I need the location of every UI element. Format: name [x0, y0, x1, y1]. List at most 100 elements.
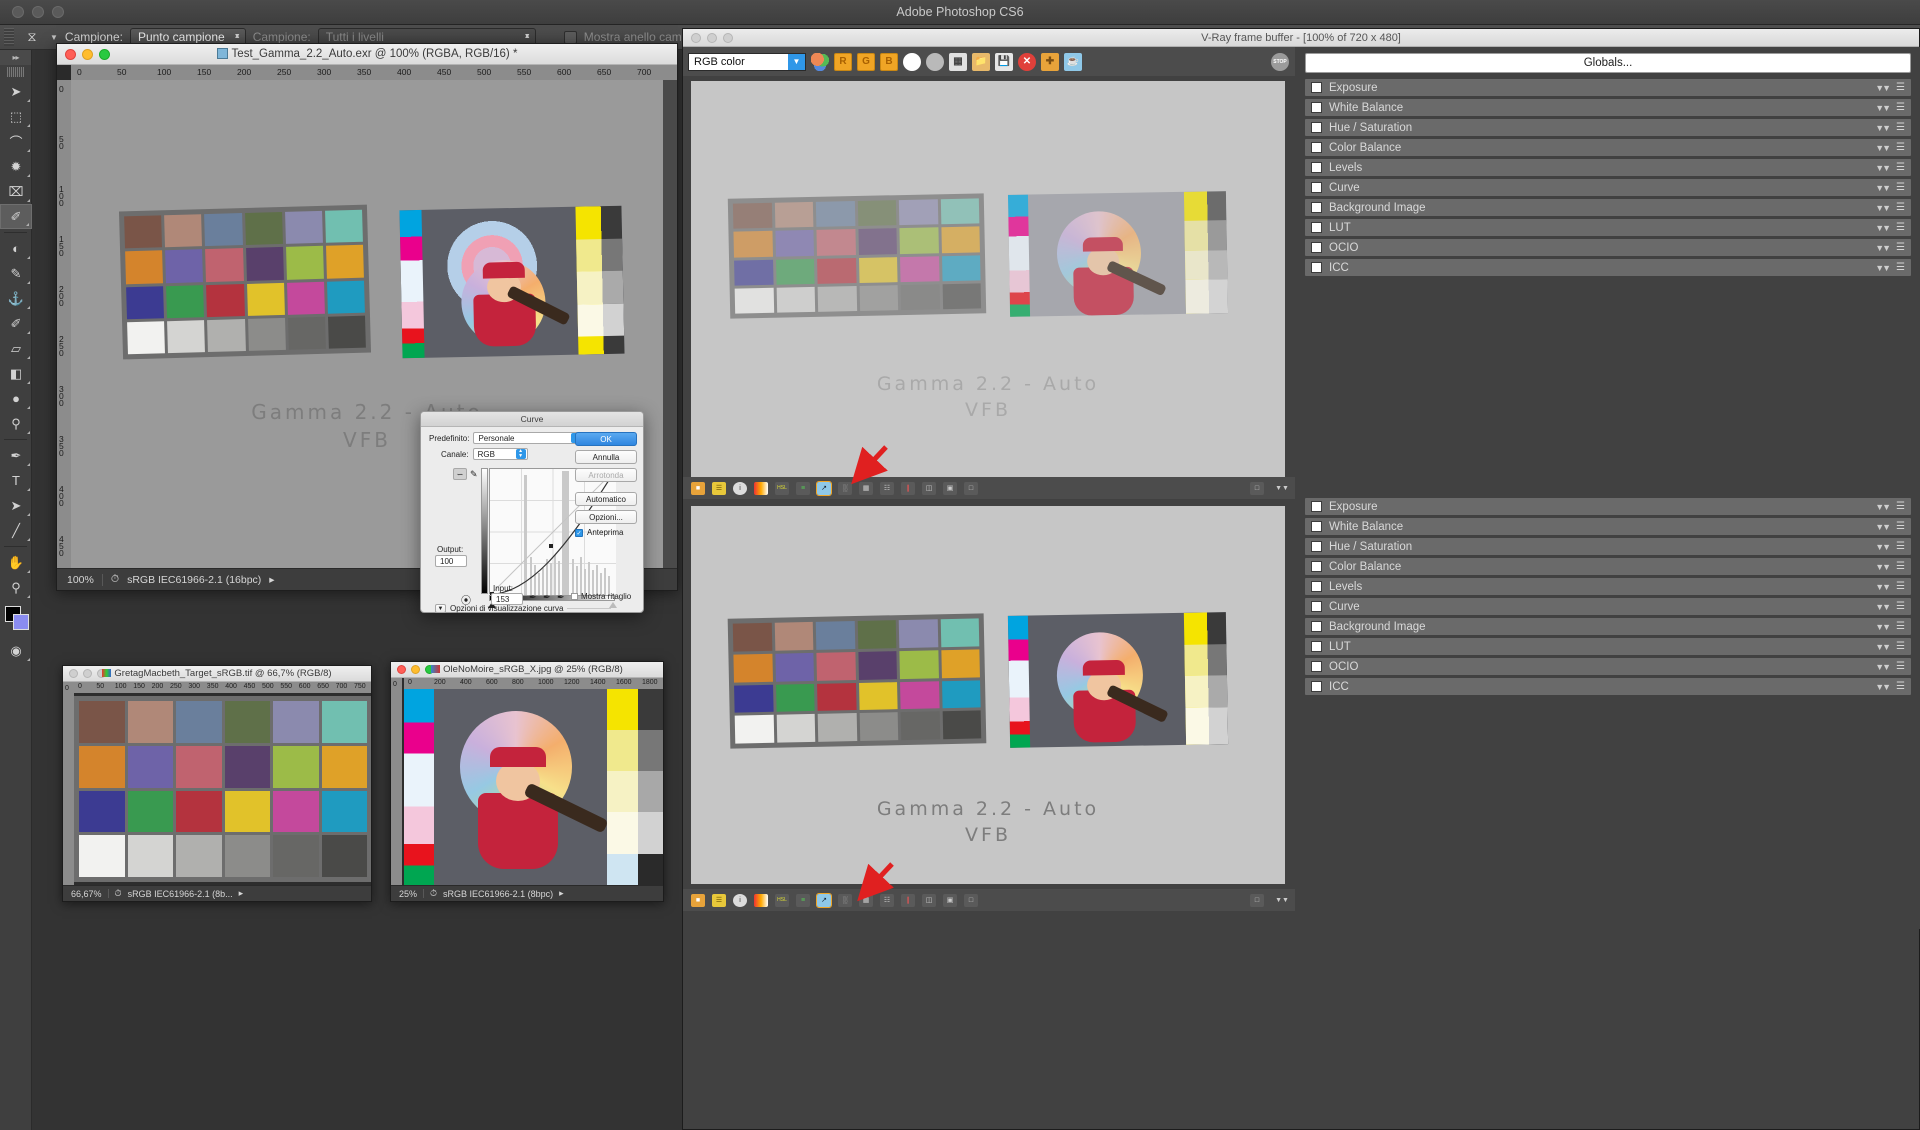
toolbox-collapse-button[interactable]: ▸▸: [0, 50, 31, 65]
effect-enable-checkbox[interactable]: [1311, 541, 1322, 552]
blue-channel-icon[interactable]: B: [880, 52, 898, 71]
hamburger-menu-icon[interactable]: ☰: [1896, 641, 1905, 652]
chevron-down-icon[interactable]: ▼: [788, 53, 805, 70]
effect-enable-checkbox[interactable]: [1311, 202, 1322, 213]
effect-enable-checkbox[interactable]: [1311, 641, 1322, 652]
effect-row[interactable]: Exposure ▼▼ ☰: [1305, 498, 1911, 515]
path-selection-tool[interactable]: ➤: [0, 493, 32, 518]
curve-display-options-toggle[interactable]: ▼: [435, 604, 446, 613]
lasso-tool[interactable]: ⌒: [0, 129, 32, 154]
stop-render-icon[interactable]: ✕: [1018, 52, 1036, 71]
stop-icon[interactable]: STOP: [1271, 52, 1289, 71]
curve-icon[interactable]: ↗: [816, 892, 832, 908]
region-icon[interactable]: □: [964, 893, 978, 907]
gray-point-eyedropper-icon[interactable]: ✒: [543, 592, 551, 603]
info-icon[interactable]: i: [733, 481, 747, 495]
globals-button[interactable]: Globals...: [1305, 53, 1911, 73]
chevron-double-down-icon[interactable]: ▼▼: [1875, 502, 1891, 512]
white-point-eyedropper-icon[interactable]: ✒: [557, 592, 565, 603]
effect-enable-checkbox[interactable]: [1311, 122, 1322, 133]
effect-row[interactable]: Curve ▼▼ ☰: [1305, 179, 1911, 196]
preset-select[interactable]: Personale ▲▼: [473, 432, 584, 444]
effect-row[interactable]: Background Image ▼▼ ☰: [1305, 199, 1911, 216]
hamburger-menu-icon[interactable]: ☰: [1896, 681, 1905, 692]
black-point-eyedropper-icon[interactable]: ✒: [529, 592, 537, 603]
histogram-icon[interactable]: ░: [838, 893, 852, 907]
chevron-double-down-icon[interactable]: ▼▼: [1875, 602, 1891, 612]
curves-dialog-titlebar[interactable]: Curve: [421, 412, 643, 427]
save-image-icon[interactable]: 💾: [995, 52, 1013, 71]
hsl-icon[interactable]: HSL: [775, 481, 789, 495]
effect-enable-checkbox[interactable]: [1311, 142, 1322, 153]
hamburger-menu-icon[interactable]: ☰: [1896, 581, 1905, 592]
effect-row[interactable]: ICC ▼▼ ☰: [1305, 678, 1911, 695]
teapot-icon[interactable]: ☕: [1064, 52, 1082, 71]
chevron-double-down-icon[interactable]: ▼▼: [1875, 522, 1891, 532]
chevron-double-down-icon[interactable]: ▼▼: [1875, 642, 1891, 652]
chevron-double-down-icon[interactable]: ▼▼: [1275, 482, 1289, 495]
chevron-double-down-icon[interactable]: ▼▼: [1275, 894, 1289, 907]
gradient-icon[interactable]: [754, 481, 768, 495]
healing-brush-tool[interactable]: ◐: [0, 236, 32, 261]
render-region-icon[interactable]: ▦: [949, 52, 967, 71]
filmstrip-icon[interactable]: ☰: [712, 893, 726, 907]
open-folder-icon[interactable]: 📁: [972, 52, 990, 71]
color-swatch-icon[interactable]: [811, 52, 829, 71]
auto-button[interactable]: Automatico: [575, 492, 637, 506]
status-expand-icon[interactable]: ▸: [559, 888, 564, 899]
gretag-titlebar[interactable]: GretagMacbeth_Target_sRGB.tif @ 66,7% (R…: [63, 666, 371, 682]
hand-tool[interactable]: ✋: [0, 550, 32, 575]
chevron-double-down-icon[interactable]: ▼▼: [1875, 582, 1891, 592]
effect-row[interactable]: Hue / Saturation ▼▼ ☰: [1305, 119, 1911, 136]
channel-select[interactable]: RGB ▲ ▼: [472, 448, 528, 460]
curve-icon[interactable]: ↗: [816, 480, 832, 496]
pen-tool[interactable]: ✒: [0, 443, 32, 468]
chevron-double-down-icon[interactable]: ▼▼: [1875, 103, 1891, 113]
gradient-icon[interactable]: [754, 893, 768, 907]
vfb-render-bottom[interactable]: Gamma 2.2 - Auto VFB: [691, 506, 1285, 884]
hamburger-menu-icon[interactable]: ☰: [1896, 102, 1905, 113]
move-tool[interactable]: ➤: [0, 79, 32, 104]
effect-enable-checkbox[interactable]: [1311, 581, 1322, 592]
hamburger-menu-icon[interactable]: ☰: [1896, 561, 1905, 572]
options-bar-grip[interactable]: [4, 28, 14, 46]
dodge-tool[interactable]: ⚲: [0, 411, 32, 436]
icc-icon[interactable]: ▣: [943, 481, 957, 495]
hamburger-menu-icon[interactable]: ☰: [1896, 202, 1905, 213]
save-icon[interactable]: ■: [691, 481, 705, 495]
effect-enable-checkbox[interactable]: [1311, 222, 1322, 233]
vertical-scrollbar[interactable]: [663, 80, 677, 568]
hamburger-menu-icon[interactable]: ☰: [1896, 182, 1905, 193]
effect-enable-checkbox[interactable]: [1311, 501, 1322, 512]
effect-enable-checkbox[interactable]: [1311, 182, 1322, 193]
smooth-button[interactable]: Arrotonda: [575, 468, 637, 482]
gradient-tool[interactable]: ◧: [0, 361, 32, 386]
eraser-tool[interactable]: ▱: [0, 336, 32, 361]
levels-icon[interactable]: ≡: [796, 481, 810, 495]
tool-preset-chevron-down-icon[interactable]: ▼: [50, 33, 58, 42]
ok-button[interactable]: OK: [575, 432, 637, 446]
hamburger-menu-icon[interactable]: ☰: [1896, 122, 1905, 133]
curve-draw-icon[interactable]: ∽: [453, 468, 467, 480]
chevron-double-down-icon[interactable]: ▼▼: [1875, 263, 1891, 273]
chevron-double-down-icon[interactable]: ▼▼: [1875, 83, 1891, 93]
status-expand-icon[interactable]: ▸: [239, 888, 244, 899]
show-clipping-checkbox[interactable]: [571, 593, 578, 600]
effect-enable-checkbox[interactable]: [1311, 242, 1322, 253]
vfb-titlebar[interactable]: V-Ray frame buffer - [100% of 720 x 480]: [683, 29, 1919, 47]
compare-icon[interactable]: ◫: [922, 481, 936, 495]
preview-checkbox[interactable]: ✓: [575, 528, 583, 537]
save-icon[interactable]: ■: [691, 893, 705, 907]
show-sampling-ring-checkbox[interactable]: [563, 30, 577, 44]
effect-row[interactable]: White Balance ▼▼ ☰: [1305, 99, 1911, 116]
effect-enable-checkbox[interactable]: [1311, 601, 1322, 612]
effect-enable-checkbox[interactable]: [1311, 262, 1322, 273]
hamburger-menu-icon[interactable]: ☰: [1896, 501, 1905, 512]
hamburger-menu-icon[interactable]: ☰: [1896, 222, 1905, 233]
zoom-tool[interactable]: ⚲: [0, 575, 32, 600]
effect-row[interactable]: White Balance ▼▼ ☰: [1305, 518, 1911, 535]
chevron-double-down-icon[interactable]: ▼▼: [1875, 662, 1891, 672]
hamburger-menu-icon[interactable]: ☰: [1896, 242, 1905, 253]
effect-row[interactable]: Background Image ▼▼ ☰: [1305, 618, 1911, 635]
region-icon[interactable]: □: [964, 481, 978, 495]
